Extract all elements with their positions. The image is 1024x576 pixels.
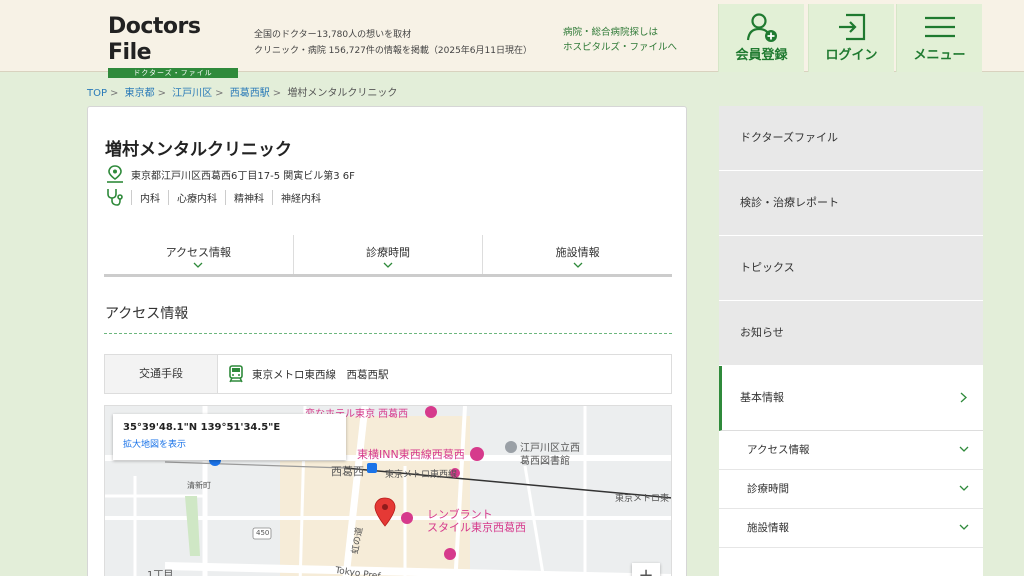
hospital-link-line2: ホスピタルズ・ファイルへ (563, 42, 678, 53)
section-divider (104, 333, 672, 334)
map-label-library: 葛西図書館 (520, 456, 570, 467)
departments-row: 内科 心療内科 精神科 神経内科 (105, 188, 329, 206)
chevron-down-icon (573, 262, 583, 268)
register-label: 会員登録 (735, 48, 788, 63)
department-item: 精神科 (225, 189, 272, 205)
map-label-station: 西葛西 (331, 465, 364, 478)
sidebar-sub-label: 施設情報 (747, 522, 789, 534)
breadcrumb: TOP > 東京都 > 江戸川区 > 西葛西駅 > 増村メンタルクリニック (87, 88, 398, 99)
sidebar-sub-facility[interactable]: 施設情報 (719, 509, 983, 548)
hospital-files-link[interactable]: 病院・総合病院探しは ホスピタルズ・ファイルへ (563, 25, 677, 55)
sidebar-nav: ドクターズファイル 検診・治療レポート トピックス お知らせ 基本情報 アクセス… (719, 106, 983, 576)
sidebar-item-news[interactable]: お知らせ (719, 301, 983, 366)
sidebar-item-basic-info[interactable]: 基本情報 (719, 366, 983, 431)
sidebar-item-label: 基本情報 (740, 391, 784, 404)
menu-label: メニュー (913, 48, 966, 63)
chevron-down-icon (959, 524, 969, 530)
tagline-line2: クリニック・病院 156,727件の情報を掲載（2025年6月11日現在） (254, 46, 532, 56)
sidebar-sub-label: アクセス情報 (747, 444, 810, 456)
chevron-right-icon (960, 392, 967, 403)
chevron-down-icon (193, 262, 203, 268)
map-label-rail: 東京メトロ東 (615, 494, 670, 504)
tab-facility[interactable]: 施設情報 (482, 235, 672, 274)
clinic-name: 増村メンタルクリニック (105, 140, 292, 160)
department-item: 心療内科 (168, 189, 225, 205)
chevron-down-icon (959, 446, 969, 452)
map-coordinates: 35°39'48.1"N 139°51'34.5"E (123, 422, 281, 433)
address-row: 東京都江戸川区西葛西6丁目17-5 関寅ビル第3 6F (105, 165, 355, 183)
stethoscope-icon (107, 189, 123, 206)
hamburger-icon (924, 16, 955, 38)
transport-value: 東京メトロ東西線 西葛西駅 (218, 355, 389, 393)
map-pin-icon (107, 165, 123, 183)
menu-button[interactable]: メニュー (896, 4, 982, 72)
login-icon (838, 13, 865, 41)
site-header: Doctors File ドクターズ・ファイル 全国のドクター13,780人の想… (0, 0, 1024, 78)
map-coordinates-card: 35°39'48.1"N 139°51'34.5"E 拡大地図を表示 (113, 414, 346, 460)
tagline-line1: 全国のドクター13,780人の想いを取材 (254, 30, 412, 40)
sidebar-sub-label: 診療時間 (747, 483, 789, 495)
sidebar-item-doctors-file[interactable]: ドクターズファイル (719, 106, 983, 171)
tab-label: アクセス情報 (165, 246, 232, 259)
sidebar-partial-item (719, 548, 983, 576)
login-button[interactable]: ログイン (808, 4, 894, 72)
google-map[interactable]: 変なホテル東京 西葛西 東横INN東西線西葛西 江戸川区立西 葛西図書館 西葛西… (104, 405, 672, 576)
logo-text: Doctors File (108, 14, 201, 65)
tab-hours[interactable]: 診療時間 (292, 235, 483, 274)
breadcrumb-edogawa[interactable]: 江戸川区 (172, 88, 212, 99)
tab-access[interactable]: アクセス情報 (104, 235, 293, 274)
site-logo[interactable]: Doctors File ドクターズ・ファイル (108, 14, 238, 78)
clinic-card: 増村メンタルクリニック 東京都江戸川区西葛西6丁目17-5 関寅ビル第3 6F … (87, 106, 687, 576)
breadcrumb-current: 増村メンタルクリニック (287, 88, 398, 99)
breadcrumb-nishikasai[interactable]: 西葛西駅 (230, 88, 270, 99)
breadcrumb-top[interactable]: TOP (87, 88, 107, 99)
sidebar-sub-hours[interactable]: 診療時間 (719, 470, 983, 509)
logo-subtext: ドクターズ・ファイル (108, 68, 238, 78)
zoom-in-button[interactable]: + (632, 563, 660, 576)
chevron-down-icon (959, 485, 969, 491)
transport-row: 交通手段 東京メトロ東西線 西葛西駅 (104, 354, 672, 394)
user-add-icon (746, 13, 777, 42)
map-label-chome: 1丁目 (147, 570, 174, 576)
clinic-address: 東京都江戸川区西葛西6丁目17-5 関寅ビル第3 6F (131, 170, 355, 182)
hospital-link-line1: 病院・総合病院探しは (563, 27, 659, 38)
sidebar-sub-access[interactable]: アクセス情報 (719, 431, 983, 470)
map-label-route: 450 (256, 529, 270, 537)
register-button[interactable]: 会員登録 (718, 4, 804, 72)
transport-station: 東京メトロ東西線 西葛西駅 (252, 368, 389, 381)
sidebar-item-reports[interactable]: 検診・治療レポート (719, 171, 983, 236)
map-label-rail: 東京メトロ東西線 (385, 470, 458, 480)
login-label: ログイン (825, 48, 878, 63)
enlarge-map-link[interactable]: 拡大地図を表示 (123, 437, 336, 450)
map-label-seishincho: 清新町 (187, 481, 211, 490)
tagline: 全国のドクター13,780人の想いを取材 クリニック・病院 156,727件の情… (254, 27, 532, 59)
map-label-rembrandt: スタイル東京西葛西 (427, 521, 526, 534)
transport-label: 交通手段 (105, 355, 218, 393)
train-icon (229, 365, 243, 383)
department-item: 神経内科 (272, 189, 329, 205)
map-label-toyoko: 東横INN東西線西葛西 (357, 448, 465, 461)
sidebar-item-topics[interactable]: トピックス (719, 236, 983, 301)
tab-label: 施設情報 (555, 246, 600, 259)
department-item: 内科 (131, 189, 168, 205)
tab-label: 診療時間 (366, 246, 410, 259)
chevron-down-icon (383, 262, 393, 268)
access-section-title: アクセス情報 (105, 306, 189, 322)
breadcrumb-tokyo[interactable]: 東京都 (125, 88, 155, 99)
section-tabs: アクセス情報 診療時間 施設情報 (104, 235, 672, 277)
